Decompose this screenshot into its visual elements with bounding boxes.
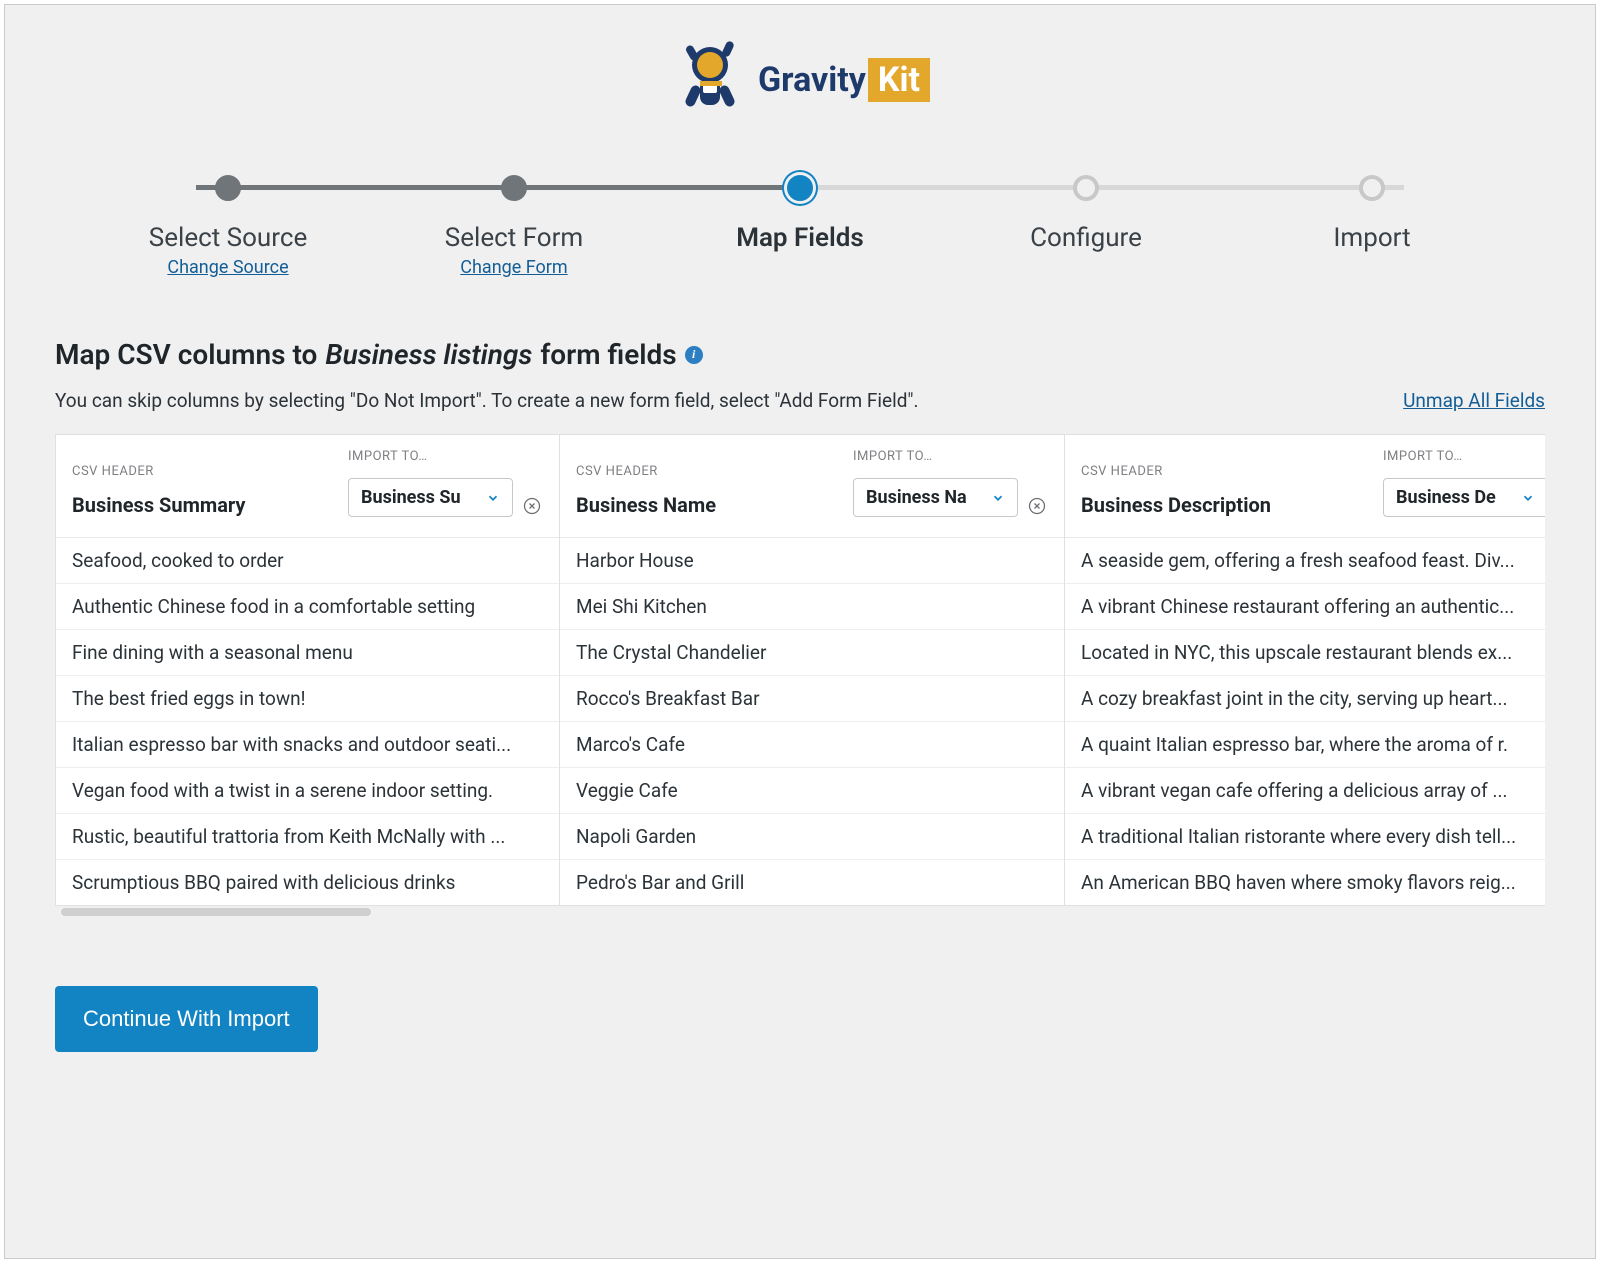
import-to-select[interactable]: Business Su (348, 478, 513, 517)
import-to-select[interactable]: Business Na (853, 478, 1018, 517)
mapping-column: CSV HEADER Business Description IMPORT T… (1065, 434, 1545, 906)
preview-cell: Harbor House (560, 538, 1064, 584)
csv-header-label: CSV HEADER (1081, 464, 1373, 479)
preview-cell: Fine dining with a seasonal menu (56, 630, 559, 676)
step-select-form: Select Form Change Form (371, 175, 657, 278)
change-form-link[interactable]: Change Form (460, 257, 567, 278)
preview-cell: Located in NYC, this upscale restaurant … (1065, 630, 1545, 676)
preview-cell: Vegan food with a twist in a serene indo… (56, 768, 559, 814)
preview-cell: Scrumptious BBQ paired with delicious dr… (56, 860, 559, 905)
preview-cell: A cozy breakfast joint in the city, serv… (1065, 676, 1545, 722)
unmap-all-link[interactable]: Unmap All Fields (1403, 389, 1545, 412)
step-import: Import (1229, 175, 1515, 253)
chevron-down-icon (991, 491, 1005, 505)
chevron-down-icon (1521, 491, 1535, 505)
preview-cell: A vibrant vegan cafe offering a deliciou… (1065, 768, 1545, 814)
import-to-label: IMPORT TO… (853, 449, 1018, 464)
close-circle-icon (1027, 496, 1047, 516)
preview-cell: Italian espresso bar with snacks and out… (56, 722, 559, 768)
preview-cell: An American BBQ haven where smoky flavor… (1065, 860, 1545, 905)
preview-cell: A seaside gem, offering a fresh seafood … (1065, 538, 1545, 584)
preview-cell: Rustic, beautiful trattoria from Keith M… (56, 814, 559, 860)
preview-cell: Napoli Garden (560, 814, 1064, 860)
brand-logo: Gravity Kit (670, 35, 930, 125)
preview-cell: Marco's Cafe (560, 722, 1064, 768)
info-icon[interactable]: i (685, 346, 703, 364)
step-map-fields: Map Fields (657, 175, 943, 253)
import-to-label: IMPORT TO… (1383, 449, 1545, 464)
step-label: Select Source (149, 223, 307, 253)
preview-cell: Mei Shi Kitchen (560, 584, 1064, 630)
csv-header-value: Business Summary (72, 493, 338, 517)
step-label: Import (1333, 223, 1410, 253)
horizontal-scrollbar[interactable] (55, 908, 1545, 916)
clear-mapping-button[interactable] (521, 495, 543, 517)
brand-text-b: Kit (868, 58, 930, 102)
step-label: Select Form (445, 223, 583, 253)
preview-cell: Seafood, cooked to order (56, 538, 559, 584)
preview-cell: Pedro's Bar and Grill (560, 860, 1064, 905)
page-title: Map CSV columns to Business listings for… (55, 338, 1545, 371)
preview-cell: The best fried eggs in town! (56, 676, 559, 722)
progress-stepper: Select Source Change Source Select Form … (5, 155, 1595, 338)
chevron-down-icon (486, 491, 500, 505)
astronaut-icon (670, 35, 750, 125)
preview-cell: A quaint Italian espresso bar, where the… (1065, 722, 1545, 768)
preview-cell: The Crystal Chandelier (560, 630, 1064, 676)
close-circle-icon (522, 496, 542, 516)
mapping-table: CSV HEADER Business Summary IMPORT TO… B… (55, 434, 1545, 916)
help-text: You can skip columns by selecting "Do No… (55, 389, 919, 412)
change-source-link[interactable]: Change Source (167, 257, 288, 278)
csv-header-value: Business Name (576, 493, 843, 517)
csv-header-value: Business Description (1081, 493, 1373, 517)
preview-cell: Veggie Cafe (560, 768, 1064, 814)
preview-cell: Rocco's Breakfast Bar (560, 676, 1064, 722)
step-select-source: Select Source Change Source (85, 175, 371, 278)
clear-mapping-button[interactable] (1026, 495, 1048, 517)
mapping-column: CSV HEADER Business Summary IMPORT TO… B… (55, 434, 560, 906)
step-label: Map Fields (736, 223, 864, 253)
csv-header-label: CSV HEADER (72, 464, 338, 479)
brand-text-a: Gravity (758, 60, 866, 100)
preview-cell: Authentic Chinese food in a comfortable … (56, 584, 559, 630)
preview-cell: A traditional Italian ristorante where e… (1065, 814, 1545, 860)
step-configure: Configure (943, 175, 1229, 253)
mapping-column: CSV HEADER Business Name IMPORT TO… Busi… (560, 434, 1065, 906)
continue-import-button[interactable]: Continue With Import (55, 986, 318, 1052)
step-label: Configure (1030, 223, 1142, 253)
preview-cell: A vibrant Chinese restaurant offering an… (1065, 584, 1545, 630)
import-to-label: IMPORT TO… (348, 449, 513, 464)
import-to-select[interactable]: Business De (1383, 478, 1545, 517)
csv-header-label: CSV HEADER (576, 464, 843, 479)
